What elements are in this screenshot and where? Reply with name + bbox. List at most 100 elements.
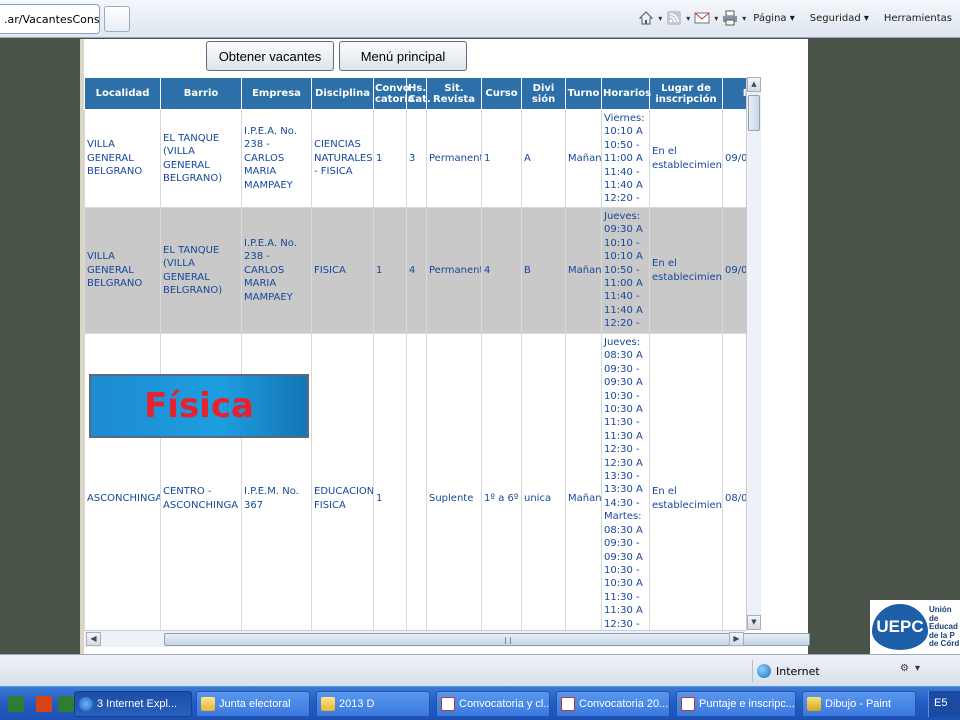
cell-barrio: EL TANQUE (VILLA GENERAL BELGRANO) [160, 207, 242, 334]
folder-icon [201, 697, 215, 711]
column-header-division[interactable]: Divi sión [521, 77, 566, 110]
table-header-row: Localidad Barrio Empresa Disciplina Conv… [84, 77, 746, 110]
folder-icon [321, 697, 335, 711]
column-header-turno[interactable]: Turno [565, 77, 602, 110]
taskbar-item-label: Junta electoral [219, 698, 291, 710]
language-indicator[interactable]: E5 [928, 691, 960, 717]
cell-curso: 4 [481, 207, 522, 334]
scroll-down-icon[interactable]: ▼ [747, 615, 761, 630]
vertical-scroll-thumb[interactable] [748, 95, 760, 131]
paint-icon [807, 697, 821, 711]
print-dropdown-arrow-icon[interactable]: ▾ [742, 14, 746, 23]
cell-convocatoria: 1 [373, 333, 407, 630]
security-menu[interactable]: Seguridad ▾ [810, 13, 869, 24]
column-header-horarios[interactable]: Horarios [601, 77, 651, 110]
subject-overlay-label: Física [89, 374, 309, 438]
taskbar-item-convocatoria-y-cl[interactable]: Convocatoria y cl... [436, 691, 550, 717]
scroll-grip-icon [505, 637, 511, 644]
taskbar-item-label: Puntaje e inscripc... [699, 698, 795, 710]
internet-explorer-icon [79, 697, 93, 711]
cell-division: unica [521, 333, 566, 630]
cell-sit-revista: Permanente [426, 207, 482, 334]
zoom-dropdown-icon[interactable]: ▾ [915, 663, 920, 674]
cell-turno: Mañana [565, 333, 602, 630]
taskbar-item-junta-electoral[interactable]: Junta electoral [196, 691, 310, 717]
column-header-publicacion[interactable]: Pub [722, 77, 746, 110]
cell-division: A [521, 109, 566, 208]
cell-hs-cat [406, 333, 427, 630]
scroll-left-icon[interactable]: ◀ [86, 632, 101, 646]
cell-lugar-inscripcion: En el establecimiento [649, 109, 723, 208]
page-menu[interactable]: Página ▾ [753, 13, 795, 24]
table-row[interactable]: VILLA GENERAL BELGRANO EL TANQUE (VILLA … [84, 109, 746, 208]
browser-tab[interactable]: .ar/VacantesConsult... [0, 4, 100, 34]
taskbar-item-puntaje-e-inscripc[interactable]: Puntaje e inscripc... [676, 691, 796, 717]
column-header-disciplina[interactable]: Disciplina [311, 77, 374, 110]
protected-mode-icon[interactable]: ⚙ [900, 663, 909, 674]
mail-dropdown-arrow-icon[interactable]: ▾ [714, 14, 718, 23]
cell-lugar-inscripcion: En el establecimiento [649, 333, 723, 630]
browser-status-bar: Internet ⚙ ▾ [0, 654, 960, 686]
taskbar-item-convocatoria-20[interactable]: Convocatoria 20... [556, 691, 670, 717]
taskbar-item-2013-d[interactable]: 2013 D [316, 691, 430, 717]
vertical-scrollbar[interactable]: ▲ ▼ [746, 77, 761, 630]
quicklaunch-icon-2[interactable] [36, 696, 52, 712]
home-dropdown-arrow-icon[interactable]: ▾ [658, 14, 662, 23]
taskbar-item-label: Convocatoria 20... [579, 698, 669, 710]
column-header-curso[interactable]: Curso [481, 77, 522, 110]
mail-icon[interactable] [694, 10, 710, 26]
quicklaunch-excel-icon[interactable] [58, 696, 74, 712]
cell-lugar-inscripcion: En el establecimiento [649, 207, 723, 334]
horizontal-scrollbar[interactable]: ◀ ▶ [84, 630, 810, 647]
taskbar-item-label: Dibujo - Paint [825, 698, 892, 710]
scroll-up-icon[interactable]: ▲ [747, 77, 761, 92]
cell-hs-cat: 3 [406, 109, 427, 208]
taskbar-item-label: 2013 D [339, 698, 375, 710]
scroll-right-icon[interactable]: ▶ [729, 632, 744, 646]
column-header-hs-cat[interactable]: Hs. Cat. [406, 77, 431, 110]
column-header-sit-revista[interactable]: Sit. Revista [426, 77, 482, 110]
vacancies-table-container: Localidad Barrio Empresa Disciplina Conv… [84, 77, 746, 630]
cell-barrio: EL TANQUE (VILLA GENERAL BELGRANO) [160, 109, 242, 208]
taskbar-item-dibujo-paint[interactable]: Dibujo - Paint [802, 691, 916, 717]
new-tab-button[interactable] [104, 6, 130, 32]
command-bar: ▾ ▾ ▾ ▾ Página ▾ Seguridad ▾ Herramienta… [638, 8, 960, 28]
column-header-barrio[interactable]: Barrio [160, 77, 242, 110]
cell-curso: 1 [481, 109, 522, 208]
cell-disciplina: FISICA [311, 207, 374, 334]
cell-empresa: I.P.E.A. No. 238 - CARLOS MARIA MAMPAEY [241, 207, 312, 334]
table-row[interactable]: VILLA GENERAL BELGRANO EL TANQUE (VILLA … [84, 207, 746, 334]
rss-feed-icon[interactable] [666, 10, 682, 26]
cell-localidad: VILLA GENERAL BELGRANO [84, 109, 161, 208]
cell-horarios: Viernes: 10:10 A 10:50 - 11:00 A 11:40 -… [601, 109, 650, 208]
cell-horarios: Jueves: 08:30 A 09:30 - 09:30 A 10:30 - … [601, 333, 650, 630]
pdf-icon [441, 697, 455, 711]
cell-publicacion: 09/0 [722, 109, 746, 208]
main-menu-button[interactable]: Menú principal [339, 41, 467, 71]
cell-curso: 1º a 6º [481, 333, 522, 630]
uepc-logo: UEPC Unión de Educad de la P de Córd [870, 600, 960, 654]
uepc-logo-text: Unión de Educad de la P de Córd [929, 605, 960, 649]
cell-disciplina: EDUCACION FISICA [311, 333, 374, 630]
tools-menu[interactable]: Herramientas [884, 13, 952, 24]
column-header-localidad[interactable]: Localidad [84, 77, 161, 110]
security-zone[interactable]: Internet [752, 660, 820, 682]
cell-turno: Mañana [565, 207, 602, 334]
vacancies-table: Localidad Barrio Empresa Disciplina Conv… [84, 77, 746, 630]
right-background-pane [808, 39, 960, 654]
home-icon[interactable] [638, 10, 654, 26]
horizontal-scroll-thumb[interactable] [164, 633, 810, 646]
taskbar-item-internet-explorer[interactable]: 3 Internet Expl... [74, 691, 192, 717]
cell-hs-cat: 4 [406, 207, 427, 334]
column-header-empresa[interactable]: Empresa [241, 77, 312, 110]
column-header-lugar-inscripcion[interactable]: Lugar de inscripción [649, 77, 723, 110]
quicklaunch-icon-1[interactable] [8, 696, 24, 712]
get-vacancies-button[interactable]: Obtener vacantes [206, 41, 334, 71]
column-header-convocatoria[interactable]: Convo catoria [373, 77, 414, 110]
cell-convocatoria: 1 [373, 109, 407, 208]
cell-localidad: VILLA GENERAL BELGRANO [84, 207, 161, 334]
cell-horarios: Jueves: 09:30 A 10:10 - 10:10 A 10:50 - … [601, 207, 650, 334]
feed-dropdown-arrow-icon[interactable]: ▾ [686, 14, 690, 23]
print-icon[interactable] [722, 10, 738, 26]
cell-turno: Mañana [565, 109, 602, 208]
